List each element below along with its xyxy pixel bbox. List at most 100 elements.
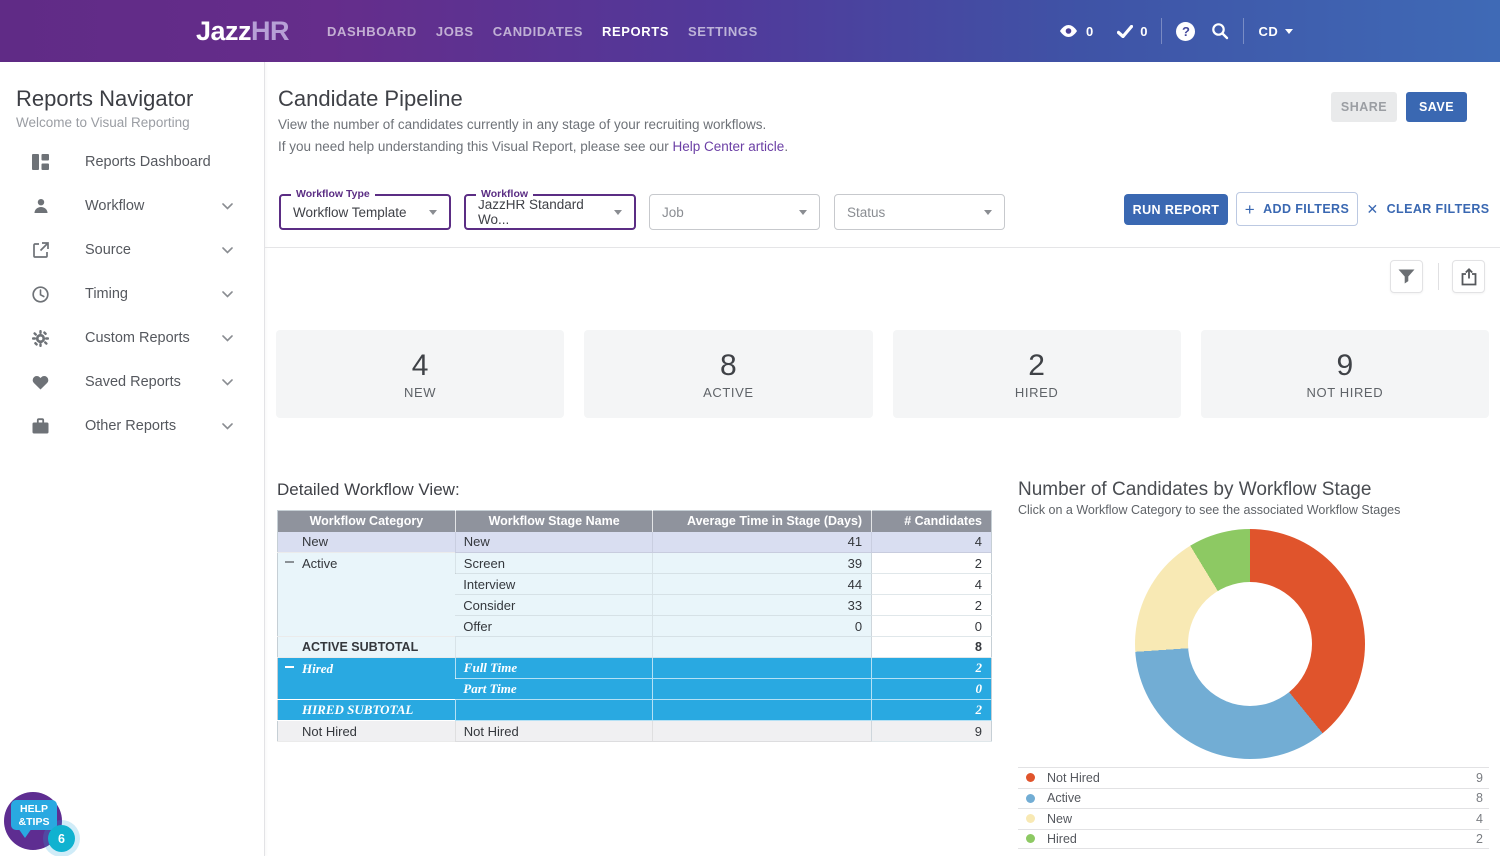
legend-value: 9: [1476, 771, 1483, 785]
category-cell-hired-subtotal: HIRED SUBTOTAL: [278, 700, 456, 721]
sidebar-item-other-reports[interactable]: Other Reports: [0, 404, 265, 448]
stage-cell: [455, 700, 653, 721]
avg-days-cell: 44: [653, 574, 872, 595]
share-button[interactable]: SHARE: [1331, 92, 1397, 122]
legend-label: Hired: [1047, 832, 1077, 846]
stage-cell: Not Hired: [455, 721, 653, 742]
check-icon[interactable]: [1117, 25, 1133, 38]
chart-subtitle: Click on a Workflow Category to see the …: [1018, 503, 1400, 517]
chevron-down-icon: [1285, 29, 1293, 34]
chevron-down-icon: [222, 329, 233, 347]
nav-item-dashboard[interactable]: DASHBOARD: [327, 24, 417, 39]
collapse-icon[interactable]: [285, 561, 294, 563]
stage-cell: New: [455, 532, 653, 553]
workflow-select[interactable]: Workflow JazzHR Standard Wo...: [464, 194, 636, 230]
avg-days-cell: [653, 721, 872, 742]
help-icon[interactable]: ?: [1176, 22, 1195, 41]
run-report-button[interactable]: RUN REPORT: [1124, 194, 1228, 225]
sidebar-item-label: Source: [85, 242, 131, 258]
legend-value: 8: [1476, 791, 1483, 805]
user-menu[interactable]: CD: [1258, 24, 1293, 39]
candidates-cell: 2: [872, 553, 992, 574]
stat-card-not-hired: 9 NOT HIRED: [1201, 330, 1489, 418]
help-badge-count[interactable]: 6: [48, 825, 75, 852]
nav-item-settings[interactable]: SETTINGS: [688, 24, 758, 39]
workflow-type-select[interactable]: Workflow Type Workflow Template: [279, 194, 451, 230]
legend-item-not-hired[interactable]: Not Hired 9: [1018, 767, 1489, 788]
nav-item-reports[interactable]: REPORTS: [602, 24, 669, 39]
top-navbar: JazzHR DASHBOARD JOBS CANDIDATES REPORTS…: [0, 0, 1500, 62]
candidates-cell: 4: [872, 532, 992, 553]
legend-label: New: [1047, 812, 1072, 826]
donut-chart[interactable]: [1135, 529, 1365, 759]
avg-days-cell: 41: [653, 532, 872, 553]
sidebar-item-custom-reports[interactable]: Custom Reports: [0, 316, 265, 360]
sidebar-item-label: Workflow: [85, 198, 144, 214]
candidates-cell: 8: [872, 637, 992, 658]
sidebar-item-timing[interactable]: Timing: [0, 272, 265, 316]
table-row-not-hired: Not Hired Not Hired 9: [278, 721, 992, 742]
col-header-avg-time: Average Time in Stage (Days): [653, 511, 872, 532]
chevron-down-icon: [984, 210, 992, 215]
col-header-stage-name: Workflow Stage Name: [455, 511, 653, 532]
eye-icon[interactable]: [1058, 24, 1079, 38]
stat-value: 4: [412, 349, 429, 382]
stage-cell: Screen: [455, 553, 653, 574]
sidebar-item-reports-dashboard[interactable]: Reports Dashboard: [0, 140, 265, 184]
sidebar-item-saved-reports[interactable]: Saved Reports: [0, 360, 265, 404]
add-filters-button[interactable]: + ADD FILTERS: [1236, 192, 1358, 226]
chart-title: Number of Candidates by Workflow Stage: [1018, 479, 1371, 501]
legend-dot: [1026, 773, 1035, 782]
help-center-link[interactable]: Help Center article: [673, 139, 785, 154]
help-bubble-tail: [18, 828, 32, 838]
legend-item-new[interactable]: New 4: [1018, 808, 1489, 829]
category-cell-active-subtotal: ACTIVE SUBTOTAL: [278, 637, 456, 658]
candidates-cell: 2: [872, 595, 992, 616]
category-cell-hired[interactable]: Hired: [278, 658, 456, 700]
chevron-down-icon: [222, 417, 233, 435]
stage-cell: [455, 637, 653, 658]
summary-cards: 4 NEW 8 ACTIVE 2 HIRED 9 NOT HIRED: [276, 330, 1489, 418]
legend-label: Active: [1047, 791, 1081, 805]
workflow-label: Workflow: [476, 188, 533, 200]
avg-days-cell: 0: [653, 616, 872, 637]
chevron-down-icon: [222, 373, 233, 391]
nav-item-jobs[interactable]: JOBS: [436, 24, 474, 39]
export-button[interactable]: [1452, 260, 1485, 293]
sidebar-item-label: Other Reports: [85, 418, 176, 434]
category-cell-active[interactable]: Active: [278, 553, 456, 637]
stat-card-active: 8 ACTIVE: [584, 330, 872, 418]
status-select[interactable]: Status: [834, 194, 1005, 230]
save-button[interactable]: SAVE: [1406, 92, 1467, 122]
stat-label: NEW: [404, 385, 436, 400]
x-icon: ✕: [1366, 202, 1378, 216]
collapse-icon[interactable]: [285, 666, 294, 668]
filter-funnel-button[interactable]: [1390, 260, 1423, 293]
legend-item-hired[interactable]: Hired 2: [1018, 829, 1489, 850]
clear-filters-button[interactable]: ✕ CLEAR FILTERS: [1366, 192, 1490, 226]
help-tips-widget[interactable]: HELP &TIPS 6: [4, 792, 64, 852]
legend-dot: [1026, 794, 1035, 803]
nav-divider: [1243, 18, 1244, 44]
workflow-value: JazzHR Standard Wo...: [478, 197, 614, 227]
sidebar-item-label: Timing: [85, 286, 128, 302]
logo-jazz: Jazz: [196, 16, 251, 47]
donut-hole: [1188, 582, 1312, 706]
category-label: Hired: [302, 661, 333, 676]
search-icon[interactable]: [1211, 22, 1229, 40]
sidebar-item-label: Custom Reports: [85, 330, 190, 346]
jazzhr-logo[interactable]: JazzHR: [196, 0, 289, 62]
external-link-icon: [31, 242, 50, 258]
category-cell-new[interactable]: New: [278, 532, 456, 553]
stat-label: NOT HIRED: [1307, 385, 1384, 400]
stage-cell: Consider: [455, 595, 653, 616]
job-select[interactable]: Job: [649, 194, 820, 230]
logo-hr: HR: [251, 16, 289, 47]
sidebar-item-source[interactable]: Source: [0, 228, 265, 272]
help-bubble-line2: &TIPS: [11, 816, 57, 829]
sidebar-item-workflow[interactable]: Workflow: [0, 184, 265, 228]
legend-item-active[interactable]: Active 8: [1018, 788, 1489, 809]
category-cell-not-hired[interactable]: Not Hired: [278, 721, 456, 742]
nav-item-candidates[interactable]: CANDIDATES: [493, 24, 583, 39]
primary-nav: DASHBOARD JOBS CANDIDATES REPORTS SETTIN…: [327, 0, 758, 62]
